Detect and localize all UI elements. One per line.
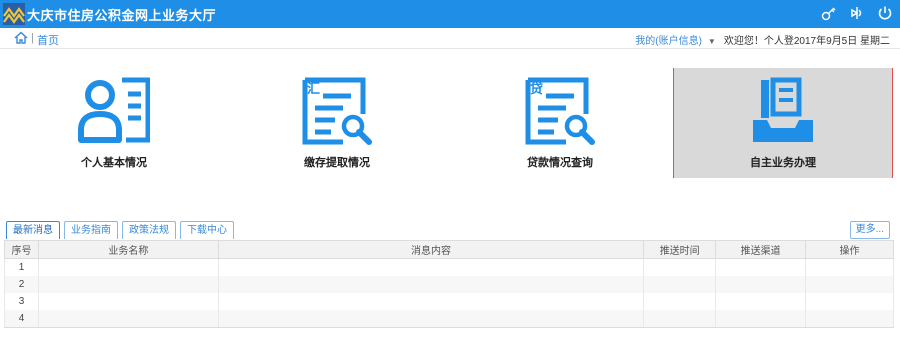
tile-label: 自主业务办理 (750, 157, 816, 169)
table-cell (37, 276, 219, 293)
home-icon[interactable] (14, 31, 28, 44)
row-number: 3 (4, 293, 39, 310)
column-header: 消息内容 (217, 240, 645, 259)
table-row[interactable]: 1 (4, 258, 894, 276)
back-icon[interactable] (848, 4, 866, 22)
app-title: 大庆市住房公积金网上业务大厅 (27, 8, 217, 23)
table-cell (805, 276, 894, 293)
table-cell (643, 258, 717, 276)
person-profile-icon (78, 77, 150, 143)
table-cell (37, 293, 219, 310)
table-cell (217, 258, 645, 276)
column-header: 序号 (4, 240, 39, 259)
tile-badge: 汇 (307, 82, 320, 97)
table-cell (643, 293, 717, 310)
table-cell (715, 258, 807, 276)
table-cell (217, 310, 645, 328)
breadcrumb-home[interactable]: 首页 (37, 32, 59, 48)
tab-policies[interactable]: 政策法规 (122, 221, 176, 239)
top-header-bar: 大庆市住房公积金网上业务大厅 (0, 0, 900, 28)
user-info: 我的(账户信息) ▼ 欢迎您！个人登2017年9月5日 星期二 (635, 32, 890, 47)
account-info-link[interactable]: 我的(账户信息) (635, 36, 702, 47)
table-cell (643, 276, 717, 293)
tab-business-guide[interactable]: 业务指南 (64, 221, 118, 239)
deposit-search-icon: 汇 (302, 77, 372, 145)
key-icon[interactable] (820, 4, 838, 22)
table-cell (715, 276, 807, 293)
column-header: 推送时间 (643, 240, 717, 259)
chevron-down-icon[interactable]: ▼ (708, 37, 716, 46)
loan-search-icon: 贷 (525, 77, 595, 145)
table-cell (805, 258, 894, 276)
tile-self-service[interactable]: 自主业务办理 (673, 68, 893, 178)
tile-deposit-withdrawal[interactable]: 汇 缴存提取情况 (227, 68, 447, 178)
power-icon[interactable] (876, 4, 894, 22)
column-header: 推送渠道 (715, 240, 807, 259)
table-cell (643, 310, 717, 328)
tab-latest-news[interactable]: 最新消息 (6, 221, 60, 239)
column-header: 业务名称 (37, 240, 219, 259)
inbox-document-icon (753, 77, 813, 142)
table-row[interactable]: 2 (4, 276, 894, 293)
row-number: 1 (4, 258, 39, 276)
welcome-text: 欢迎您！个人登2017年9月5日 星期二 (723, 36, 890, 47)
tile-loan-inquiry[interactable]: 贷 贷款情况查询 (450, 68, 670, 178)
table-cell (715, 293, 807, 310)
table-cell (715, 310, 807, 328)
logo-icon (3, 3, 25, 25)
breadcrumb-bar: | 首页 我的(账户信息) ▼ 欢迎您！个人登2017年9月5日 星期二 (0, 28, 900, 49)
tile-label: 缴存提取情况 (304, 157, 370, 169)
table-cell (217, 276, 645, 293)
table-cell (37, 310, 219, 328)
table-cell (217, 293, 645, 310)
tile-personal-info[interactable]: 个人基本情况 (4, 68, 224, 178)
news-tabs: 最新消息 业务指南 政策法规 下载中心 (6, 221, 234, 239)
row-number: 4 (4, 310, 39, 328)
tile-badge: 贷 (530, 81, 543, 97)
table-header-row: 序号 业务名称 消息内容 推送时间 推送渠道 操作 (4, 240, 894, 259)
news-table: 序号 业务名称 消息内容 推送时间 推送渠道 操作 1 2 3 4 (4, 240, 894, 328)
table-cell (37, 258, 219, 276)
column-header: 操作 (805, 240, 894, 259)
table-cell (805, 293, 894, 310)
breadcrumb-separator: | (31, 32, 34, 44)
table-row[interactable]: 4 (4, 310, 894, 328)
row-number: 2 (4, 276, 39, 293)
table-cell (805, 310, 894, 328)
more-button[interactable]: 更多... (849, 221, 890, 239)
tile-label: 个人基本情况 (81, 157, 147, 169)
tab-downloads[interactable]: 下载中心 (180, 221, 234, 239)
tile-label: 贷款情况查询 (527, 157, 593, 169)
table-row[interactable]: 3 (4, 293, 894, 310)
